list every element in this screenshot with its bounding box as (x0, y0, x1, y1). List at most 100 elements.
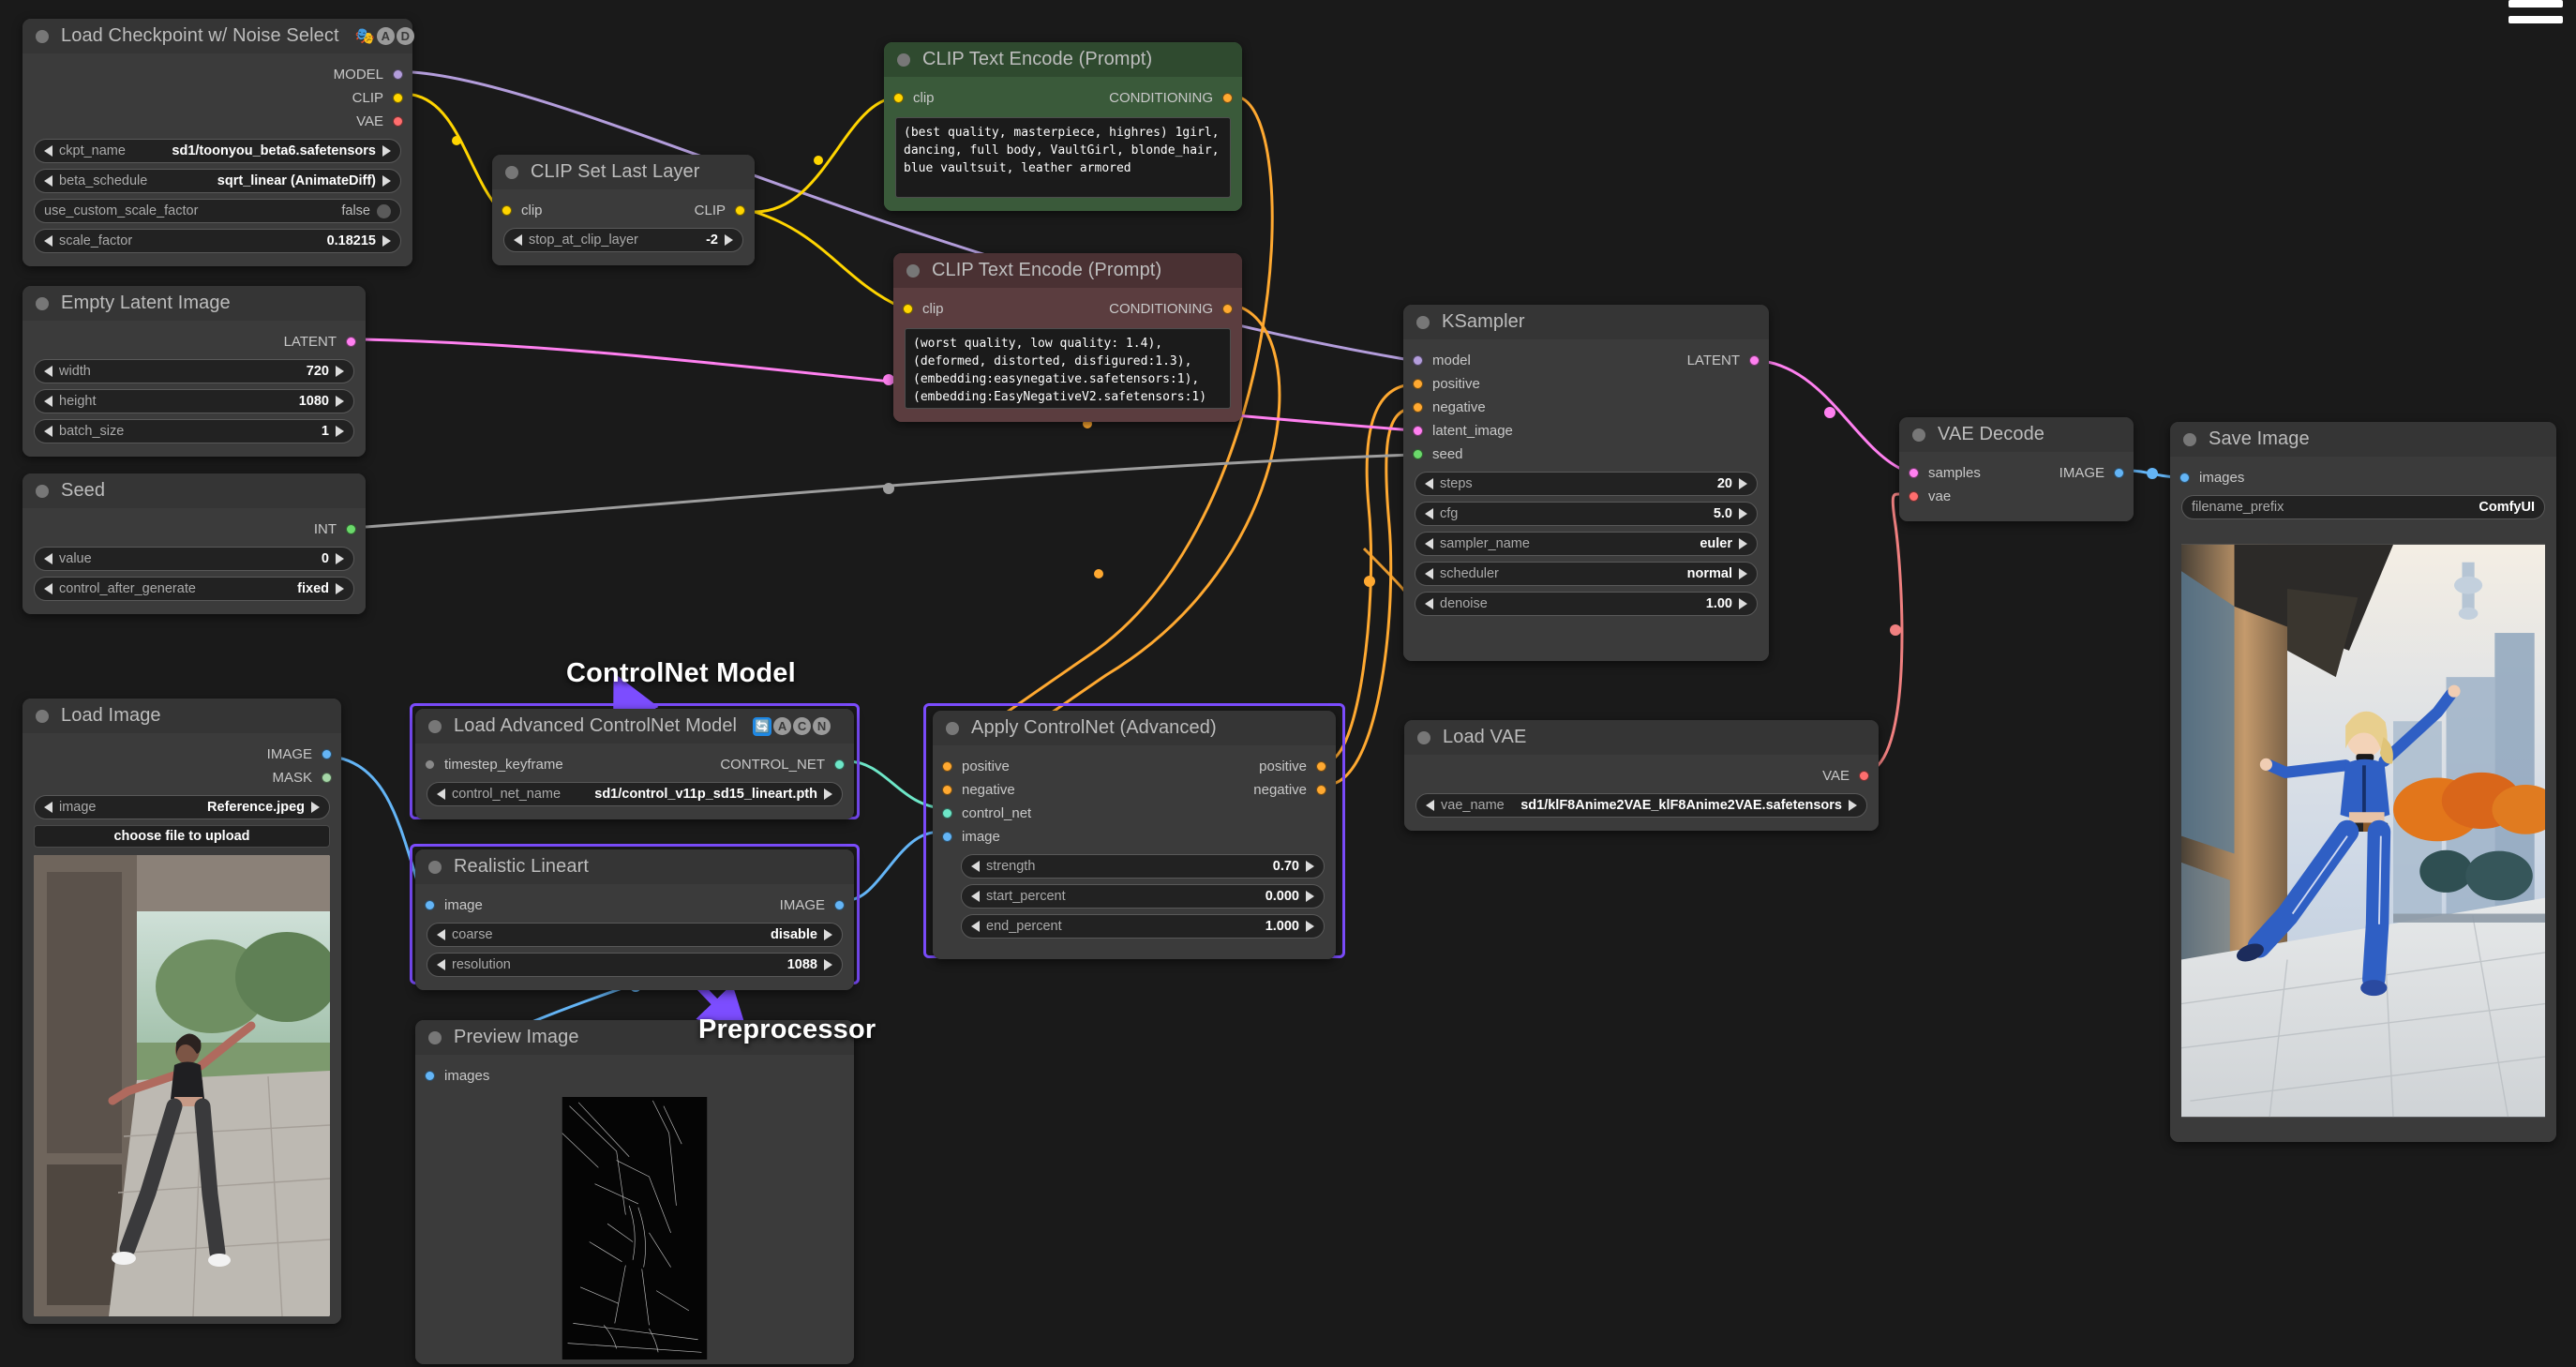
widget-coarse[interactable]: coarse disable (427, 923, 843, 947)
load-image-preview[interactable] (34, 855, 330, 1316)
increment-arrow-icon[interactable] (824, 789, 832, 800)
latent-port-dot[interactable] (346, 337, 356, 347)
node-title-bar[interactable]: Seed (22, 473, 366, 508)
latent-image-input-port-dot[interactable] (1413, 426, 1423, 436)
widget-value[interactable]: value 0 (34, 547, 354, 571)
positive-output-port-dot[interactable] (1316, 761, 1326, 772)
slot-row-image-in-out[interactable]: image IMAGE (425, 894, 845, 917)
decrement-arrow-icon[interactable] (44, 802, 52, 813)
image-output-port-dot[interactable] (322, 749, 332, 759)
decrement-arrow-icon[interactable] (44, 396, 52, 407)
output-slot-model[interactable]: MODEL (34, 63, 403, 86)
node-title-bar[interactable]: Realistic Lineart (415, 849, 854, 884)
images-input-port-dot[interactable] (2179, 473, 2190, 483)
input-slot-vae[interactable]: vae (1909, 485, 2122, 508)
collapse-dot-icon[interactable] (2183, 432, 2196, 446)
seed-input-port-dot[interactable] (1413, 449, 1423, 459)
widget-stop-at-clip-layer[interactable]: stop_at_clip_layer -2 (503, 228, 743, 252)
clip-input-port-dot[interactable] (903, 304, 913, 314)
widget-height[interactable]: height 1080 (34, 389, 354, 413)
widget-width[interactable]: width 720 (34, 359, 354, 383)
image-output-port-dot[interactable] (2114, 468, 2124, 478)
collapse-dot-icon[interactable] (428, 1030, 442, 1044)
collapse-dot-icon[interactable] (428, 719, 442, 733)
positive-prompt-textarea[interactable]: (best quality, masterpiece, highres) 1gi… (895, 117, 1231, 198)
collapse-dot-icon[interactable] (1416, 315, 1430, 329)
control-net-output-port-dot[interactable] (834, 759, 845, 770)
collapse-dot-icon[interactable] (897, 53, 910, 67)
output-slot-clip[interactable]: CLIP (34, 86, 403, 110)
decrement-arrow-icon[interactable] (437, 789, 445, 800)
collapse-dot-icon[interactable] (1912, 428, 1925, 442)
conditioning-output-port-dot[interactable] (1222, 304, 1233, 314)
clip-input-port-dot[interactable] (893, 93, 904, 103)
node-title-bar[interactable]: Load Checkpoint w/ Noise Select 🎭 A D (22, 19, 414, 53)
widget-start-percent[interactable]: start_percent 0.000 (961, 884, 1325, 909)
positive-input-port-dot[interactable] (942, 761, 952, 772)
node-load-image[interactable]: Load Image IMAGE MASK image Reference.jp… (22, 699, 341, 1324)
node-title-bar[interactable]: Load Advanced ControlNet Model 🔄 A C N (415, 709, 854, 744)
decrement-arrow-icon[interactable] (1425, 478, 1433, 489)
widget-image[interactable]: image Reference.jpeg (34, 795, 330, 819)
increment-arrow-icon[interactable] (1306, 921, 1314, 932)
images-input-port-dot[interactable] (425, 1071, 435, 1081)
collapse-dot-icon[interactable] (1417, 730, 1430, 744)
node-clip-set-last-layer[interactable]: CLIP Set Last Layer clip CLIP stop_at_cl… (492, 155, 755, 265)
decrement-arrow-icon[interactable] (1425, 508, 1433, 519)
decrement-arrow-icon[interactable] (44, 235, 52, 247)
image-input-port-dot[interactable] (425, 900, 435, 910)
node-title-bar[interactable]: Apply ControlNet (Advanced) (933, 711, 1336, 745)
increment-arrow-icon[interactable] (1739, 508, 1747, 519)
widget-beta-schedule[interactable]: beta_schedule sqrt_linear (AnimateDiff) (34, 169, 401, 193)
slot-row-negative[interactable]: negative negative (942, 778, 1326, 802)
collapse-dot-icon[interactable] (505, 165, 518, 179)
latent-output-port-dot[interactable] (1749, 355, 1760, 366)
output-slot-vae[interactable]: VAE (1415, 764, 1869, 788)
decrement-arrow-icon[interactable] (1425, 568, 1433, 579)
widget-control-net-name[interactable]: control_net_name sd1/control_v11p_sd15_l… (427, 782, 843, 806)
decrement-arrow-icon[interactable] (437, 959, 445, 970)
widget-use-custom-scale-factor[interactable]: use_custom_scale_factor false (34, 199, 401, 223)
slot-row-positive[interactable]: positive positive (942, 755, 1326, 778)
input-slot-images[interactable]: images (2179, 466, 2545, 489)
samples-input-port-dot[interactable] (1909, 468, 1919, 478)
input-slot-control-net[interactable]: control_net (942, 802, 1325, 825)
slot-row-model-latent[interactable]: model LATENT (1413, 349, 1760, 372)
node-vae-decode[interactable]: VAE Decode samples IMAGE vae (1899, 417, 2134, 521)
widget-filename-prefix[interactable]: filename_prefix ComfyUI (2181, 495, 2545, 519)
decrement-arrow-icon[interactable] (44, 583, 52, 594)
collapse-dot-icon[interactable] (906, 263, 920, 278)
increment-arrow-icon[interactable] (1306, 861, 1314, 872)
increment-arrow-icon[interactable] (382, 145, 391, 157)
node-title-bar[interactable]: VAE Decode (1899, 417, 2134, 452)
negative-input-port-dot[interactable] (1413, 402, 1423, 413)
slot-row-timestep-keyframe-controlnet[interactable]: timestep_keyframe CONTROL_NET (425, 753, 845, 776)
node-clip-text-encode-positive[interactable]: CLIP Text Encode (Prompt) clip CONDITION… (884, 42, 1242, 211)
clip-port-dot[interactable] (393, 93, 403, 103)
increment-arrow-icon[interactable] (311, 802, 320, 813)
decrement-arrow-icon[interactable] (1425, 538, 1433, 549)
node-load-vae[interactable]: Load VAE VAE vae_name sd1/klF8Anime2VAE_… (1404, 720, 1879, 831)
decrement-arrow-icon[interactable] (971, 921, 980, 932)
increment-arrow-icon[interactable] (1306, 891, 1314, 902)
widget-denoise[interactable]: denoise 1.00 (1415, 592, 1758, 616)
widget-cfg[interactable]: cfg 5.0 (1415, 502, 1758, 526)
image-input-port-dot[interactable] (942, 832, 952, 842)
widget-steps[interactable]: steps 20 (1415, 472, 1758, 496)
decrement-arrow-icon[interactable] (44, 426, 52, 437)
timestep-keyframe-input-port-dot[interactable] (425, 759, 435, 770)
decrement-arrow-icon[interactable] (1425, 598, 1433, 609)
clip-input-port-dot[interactable] (502, 205, 512, 216)
slot-row-clip-conditioning[interactable]: clip CONDITIONING (903, 297, 1233, 321)
increment-arrow-icon[interactable] (725, 234, 733, 246)
increment-arrow-icon[interactable] (336, 583, 344, 594)
output-slot-vae[interactable]: VAE (34, 110, 403, 133)
node-title-bar[interactable]: Load VAE (1404, 720, 1879, 755)
int-port-dot[interactable] (346, 524, 356, 534)
slot-row-clip[interactable]: clip CLIP (502, 199, 745, 222)
node-title-bar[interactable]: Save Image (2170, 422, 2556, 457)
toggle-knob-icon[interactable] (377, 203, 391, 218)
vae-output-port-dot[interactable] (1859, 771, 1869, 781)
node-title-bar[interactable]: CLIP Set Last Layer (492, 155, 755, 189)
output-slot-int[interactable]: INT (34, 518, 356, 541)
